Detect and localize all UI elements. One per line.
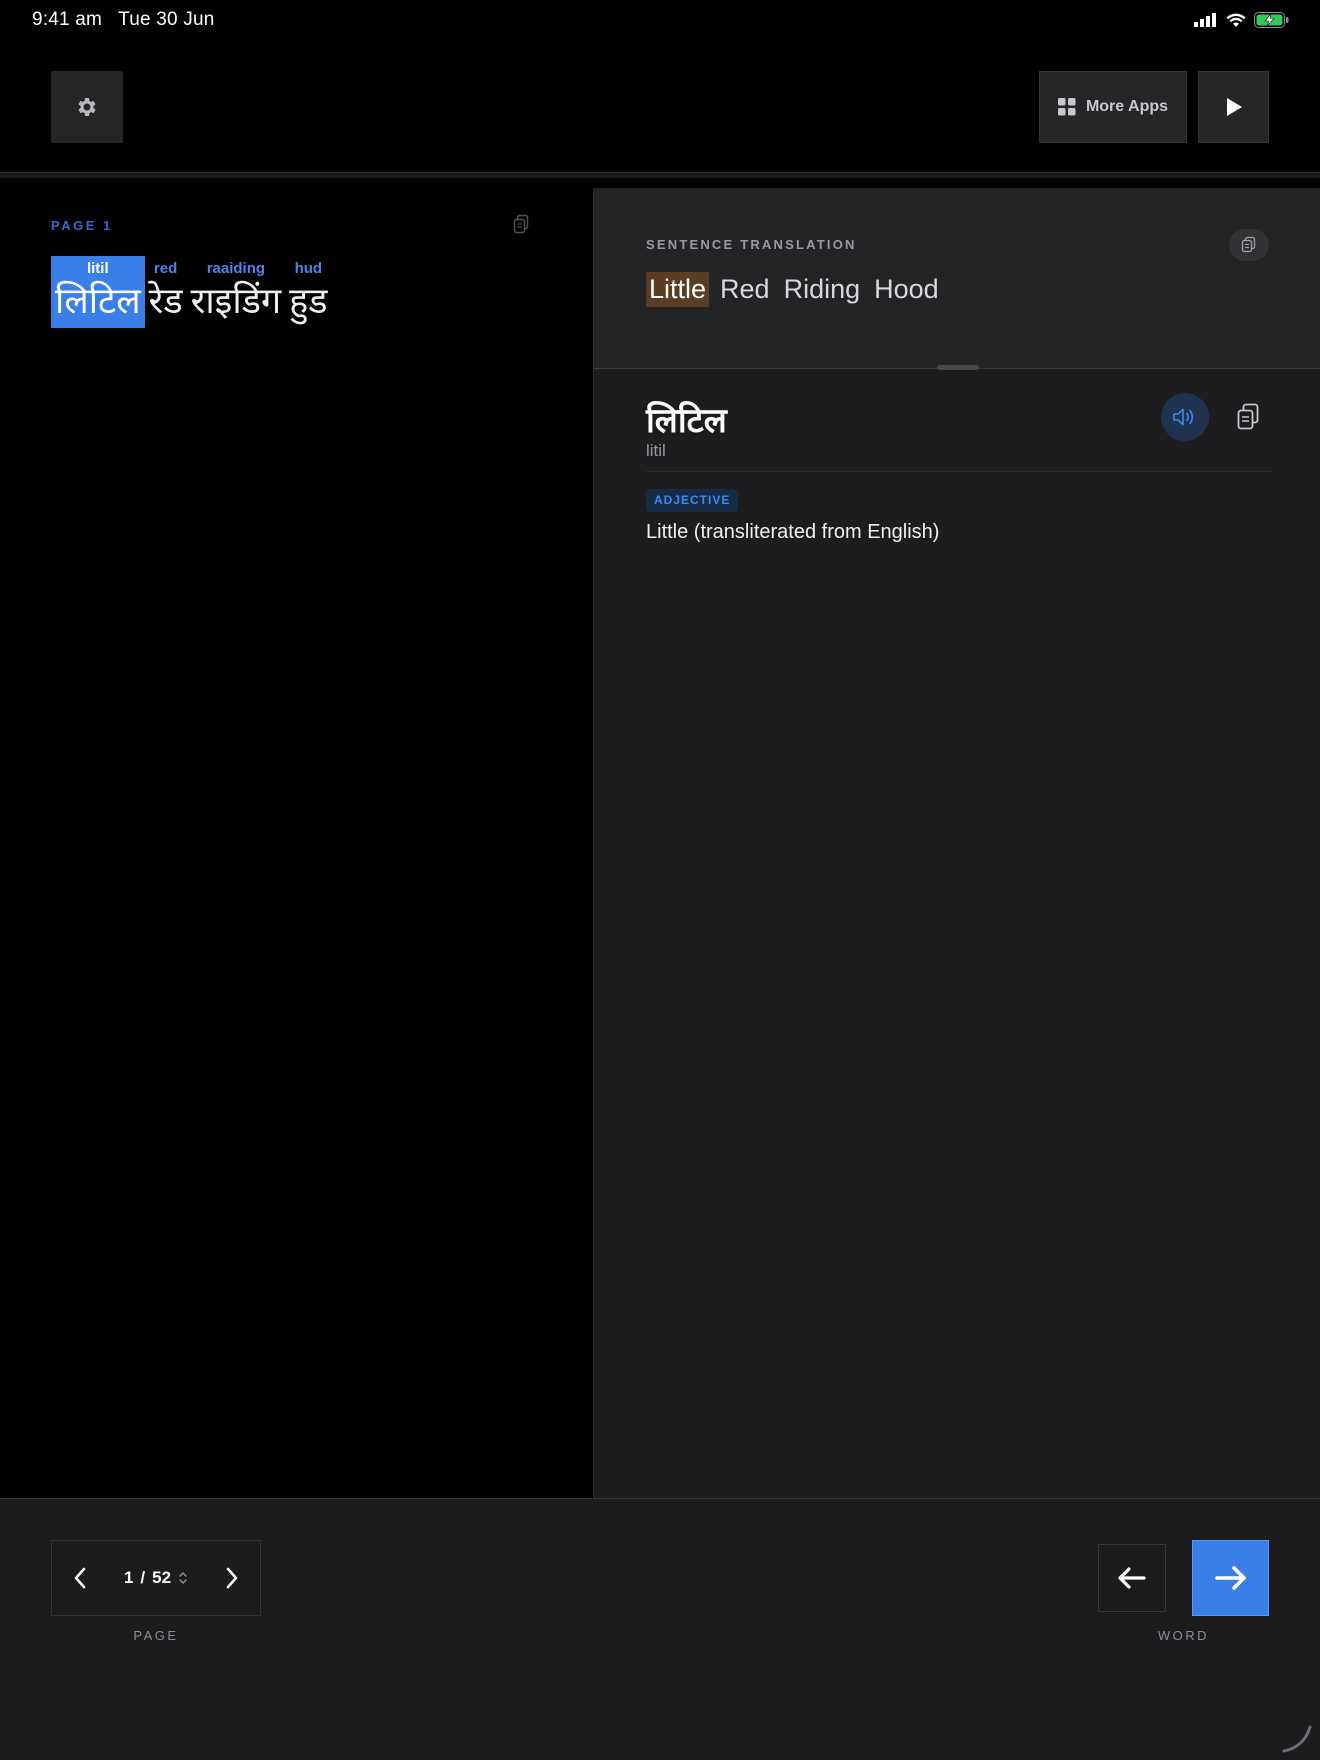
word-transliteration: hud xyxy=(294,260,323,277)
copy-icon xyxy=(1237,403,1259,430)
word-caption: WORD xyxy=(1157,1628,1210,1643)
settings-button[interactable] xyxy=(51,71,123,143)
translation-word[interactable]: Riding xyxy=(781,272,864,307)
page-separator: / xyxy=(140,1568,146,1587)
page-navigator: 1 / 52 xyxy=(51,1540,261,1616)
grid-icon xyxy=(1057,98,1076,116)
chevron-up-down-icon xyxy=(179,1572,187,1584)
gear-icon xyxy=(78,98,96,116)
previous-page-button[interactable] xyxy=(52,1540,108,1616)
word-text: रेड xyxy=(148,281,183,322)
chevron-left-icon xyxy=(74,1567,86,1589)
word-text: हुड xyxy=(289,281,328,322)
top-toolbar: More Apps xyxy=(0,40,1320,172)
translation-heading: SENTENCE TRANSLATION xyxy=(646,237,857,252)
status-date: Tue 30 Jun xyxy=(118,9,215,30)
arrow-right-icon xyxy=(1214,1566,1246,1590)
pronounce-button[interactable] xyxy=(1161,393,1209,441)
word-text: लिटिल xyxy=(55,281,141,322)
word-token[interactable]: hud हुड xyxy=(285,256,331,328)
translation-word[interactable]: Little xyxy=(646,272,710,307)
current-page: 1 xyxy=(123,1568,134,1587)
previous-word-button[interactable] xyxy=(1098,1544,1166,1612)
word-transliteration: raaiding xyxy=(206,260,266,277)
page-picker[interactable]: 1 / 52 xyxy=(108,1568,204,1588)
page-caption: PAGE xyxy=(133,1628,179,1643)
cellular-signal-icon xyxy=(1194,13,1216,27)
sentence-words: litil लिटिल red रेड raaiding राइडिंग hud… xyxy=(51,256,332,328)
details-pane: SENTENCE TRANSLATION Little Red Riding H… xyxy=(593,188,1320,1498)
copy-icon xyxy=(1241,236,1256,253)
translation-copy-button[interactable] xyxy=(1229,229,1269,261)
word-copy-button[interactable] xyxy=(1230,398,1266,436)
word-transliteration: litil xyxy=(86,260,109,277)
word-transliteration: red xyxy=(153,260,178,277)
reader-pane: PAGE 1 litil लिटिल red रेड raaiding राइड… xyxy=(0,188,593,1498)
part-of-speech-badge: ADJECTIVE xyxy=(646,489,739,512)
detail-transliteration: litil xyxy=(646,441,666,460)
word-token[interactable]: litil लिटिल xyxy=(51,256,145,328)
detail-divider xyxy=(646,471,1271,472)
status-clock: 9:41 am xyxy=(32,9,103,30)
wifi-icon xyxy=(1226,13,1246,27)
page-label: PAGE 1 xyxy=(51,218,113,233)
more-apps-label: More Apps xyxy=(1085,98,1169,115)
resize-grabber[interactable] xyxy=(937,365,979,370)
next-word-button[interactable] xyxy=(1192,1540,1269,1616)
word-definition: Little (transliterated from English) xyxy=(646,521,940,543)
status-bar: 9:41 am Tue 30 Jun xyxy=(0,0,1320,40)
more-apps-button[interactable]: More Apps xyxy=(1039,71,1187,143)
play-icon xyxy=(1226,98,1242,116)
sentence-translation-section: SENTENCE TRANSLATION Little Red Riding H… xyxy=(594,188,1320,368)
arrow-left-icon xyxy=(1118,1567,1146,1589)
chevron-right-icon xyxy=(226,1567,238,1589)
status-time: 9:41 am Tue 30 Jun xyxy=(32,9,215,31)
total-pages: 52 xyxy=(152,1568,172,1587)
next-page-button[interactable] xyxy=(204,1540,260,1616)
translation-words: Little Red Riding Hood xyxy=(646,272,942,307)
play-button[interactable] xyxy=(1198,71,1269,143)
detail-word: लिटिल xyxy=(646,401,727,441)
translation-word[interactable]: Hood xyxy=(871,272,942,307)
speaker-icon xyxy=(1173,408,1194,426)
resize-handle-icon xyxy=(1282,1725,1312,1753)
bottom-navigation: 1 / 52 PAGE WORD xyxy=(0,1498,1320,1760)
battery-charging-icon xyxy=(1254,12,1289,28)
copy-icon[interactable] xyxy=(511,213,533,235)
status-icons xyxy=(1194,12,1290,28)
toolbar-divider xyxy=(0,172,1320,178)
translation-word[interactable]: Red xyxy=(717,272,773,307)
word-token[interactable]: red रेड xyxy=(145,256,187,328)
word-text: राइडिंग xyxy=(190,281,282,322)
word-token[interactable]: raaiding राइडिंग xyxy=(187,256,286,328)
